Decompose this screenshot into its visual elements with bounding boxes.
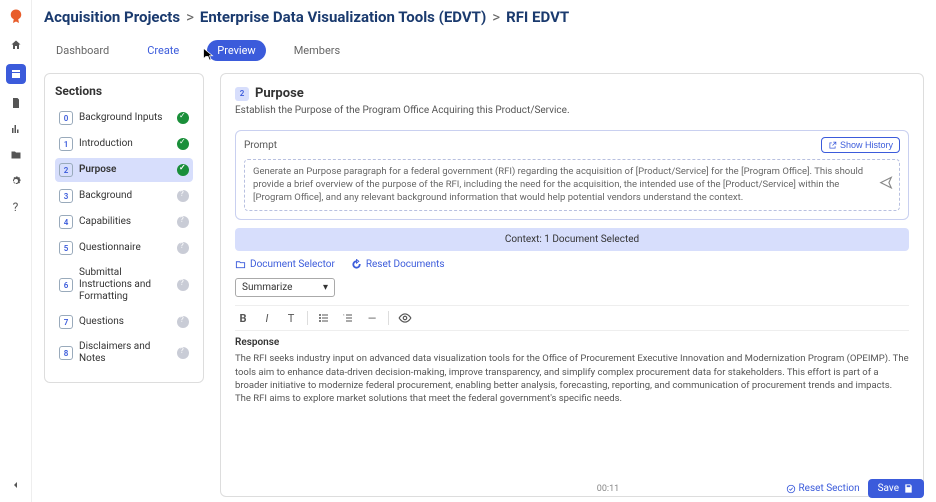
svg-text:1: 1 <box>343 313 345 317</box>
status-pending-icon <box>177 347 189 359</box>
numbered-list-button[interactable]: 1 <box>340 310 356 326</box>
projects-icon[interactable] <box>6 64 26 84</box>
section-label: Purpose <box>79 164 171 176</box>
breadcrumb-mid[interactable]: Enterprise Data Visualization Tools (EDV… <box>200 8 486 26</box>
settings-icon[interactable] <box>9 174 23 188</box>
section-label: Background Inputs <box>79 112 171 124</box>
section-label: Capabilities <box>79 216 171 228</box>
summarize-select[interactable]: Summarize ▾ <box>235 278 335 297</box>
tab-preview[interactable]: Preview <box>207 40 265 61</box>
section-num: 0 <box>59 111 73 125</box>
help-icon[interactable]: ? <box>9 200 23 214</box>
app-logo-icon <box>7 8 25 26</box>
response-label: Response <box>235 337 909 348</box>
section-item-2[interactable]: 2 Purpose <box>55 158 193 182</box>
section-label: Submittal Instructions and Formatting <box>79 267 171 303</box>
section-item-0[interactable]: 0 Background Inputs <box>55 106 193 130</box>
section-num: 1 <box>59 137 73 151</box>
sections-title: Sections <box>55 84 193 98</box>
tabs: Dashboard Create Preview Members <box>44 40 924 61</box>
section-num: 2 <box>59 163 73 177</box>
section-num: 8 <box>59 346 73 360</box>
status-pending-icon <box>177 190 189 202</box>
chevron-right-icon: > <box>492 8 500 26</box>
chevron-right-icon: > <box>186 8 194 26</box>
section-label: Background <box>79 190 171 202</box>
section-item-5[interactable]: 5 Questionnaire <box>55 236 193 260</box>
prompt-textarea[interactable]: Generate an Purpose paragraph for a fede… <box>244 159 900 211</box>
bold-button[interactable]: B <box>235 310 251 326</box>
section-item-6[interactable]: 6 Submittal Instructions and Formatting <box>55 262 193 308</box>
section-num: 6 <box>59 278 73 292</box>
section-number-badge: 2 <box>235 87 249 101</box>
status-pending-icon <box>177 216 189 228</box>
save-button[interactable]: Save <box>868 479 924 498</box>
bullet-list-button[interactable] <box>316 310 332 326</box>
section-num: 3 <box>59 189 73 203</box>
text-button[interactable]: T <box>283 310 299 326</box>
preview-icon[interactable] <box>397 310 413 326</box>
chevron-down-icon: ▾ <box>323 282 328 293</box>
timer: 00:11 <box>597 484 619 494</box>
section-item-7[interactable]: 7 Questions <box>55 310 193 334</box>
section-label: Questionnaire <box>79 242 171 254</box>
italic-button[interactable]: I <box>259 310 275 326</box>
tab-dashboard[interactable]: Dashboard <box>46 40 119 61</box>
status-pending-icon <box>177 279 189 291</box>
section-label: Disclaimers and Notes <box>79 341 171 365</box>
chart-icon[interactable] <box>9 122 23 136</box>
status-pending-icon <box>177 242 189 254</box>
section-item-3[interactable]: 3 Background <box>55 184 193 208</box>
sections-panel: Sections 0 Background Inputs 1 Introduction… <box>44 73 204 383</box>
content-footer: 00:11 Reset Section Save <box>292 475 924 502</box>
document-selector-button[interactable]: Document Selector <box>235 259 335 270</box>
tab-members[interactable]: Members <box>284 40 351 61</box>
section-label: Questions <box>79 316 171 328</box>
status-done-icon <box>177 138 189 150</box>
status-done-icon <box>177 164 189 176</box>
section-num: 4 <box>59 215 73 229</box>
content-panel: 2 Purpose Establish the Purpose of the P… <box>220 73 924 497</box>
send-icon[interactable] <box>879 176 893 195</box>
breadcrumb-root[interactable]: Acquisition Projects <box>44 8 180 26</box>
breadcrumb: Acquisition Projects > Enterprise Data V… <box>44 8 924 26</box>
tab-create[interactable]: Create <box>137 40 189 61</box>
content-subtitle: Establish the Purpose of the Program Off… <box>235 105 909 116</box>
prompt-box: Prompt Show History Generate an Purpose … <box>235 130 909 220</box>
prompt-label: Prompt <box>244 140 277 151</box>
section-item-4[interactable]: 4 Capabilities <box>55 210 193 234</box>
more-button[interactable]: — <box>364 310 380 326</box>
document-icon[interactable] <box>9 96 23 110</box>
left-rail: ? <box>0 0 32 502</box>
editor-toolbar: B I T 1 — <box>235 305 909 331</box>
folder-icon[interactable] <box>9 148 23 162</box>
section-item-1[interactable]: 1 Introduction <box>55 132 193 156</box>
section-num: 7 <box>59 315 73 329</box>
breadcrumb-leaf[interactable]: RFI EDVT <box>506 8 569 26</box>
reset-documents-button[interactable]: Reset Documents <box>351 259 445 270</box>
show-history-button[interactable]: Show History <box>821 137 900 153</box>
status-done-icon <box>177 112 189 124</box>
section-item-8[interactable]: 8 Disclaimers and Notes <box>55 336 193 370</box>
section-num: 5 <box>59 241 73 255</box>
home-icon[interactable] <box>9 38 23 52</box>
reset-section-button[interactable]: Reset Section <box>786 483 860 494</box>
status-pending-icon <box>177 316 189 328</box>
collapse-rail-icon[interactable] <box>9 478 23 492</box>
content-title: Purpose <box>255 86 304 101</box>
section-label: Introduction <box>79 138 171 150</box>
response-body: The RFI seeks industry input on advanced… <box>235 352 909 405</box>
context-bar[interactable]: Context: 1 Document Selected <box>235 228 909 251</box>
